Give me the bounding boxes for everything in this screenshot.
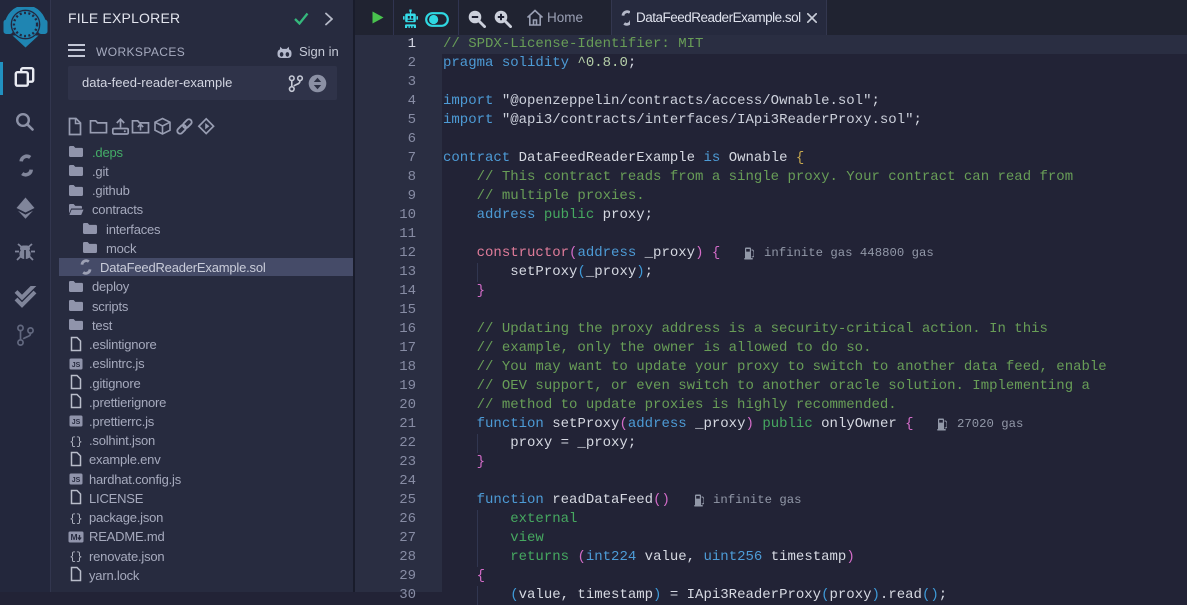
svg-text:M: M: [70, 532, 77, 542]
svg-text:{}: {}: [69, 437, 82, 449]
svg-text:JS: JS: [72, 362, 81, 369]
svg-text:{}: {}: [69, 552, 82, 564]
svg-text:{}: {}: [69, 514, 82, 526]
svg-text:JS: JS: [72, 477, 81, 484]
svg-text:JS: JS: [72, 419, 81, 426]
